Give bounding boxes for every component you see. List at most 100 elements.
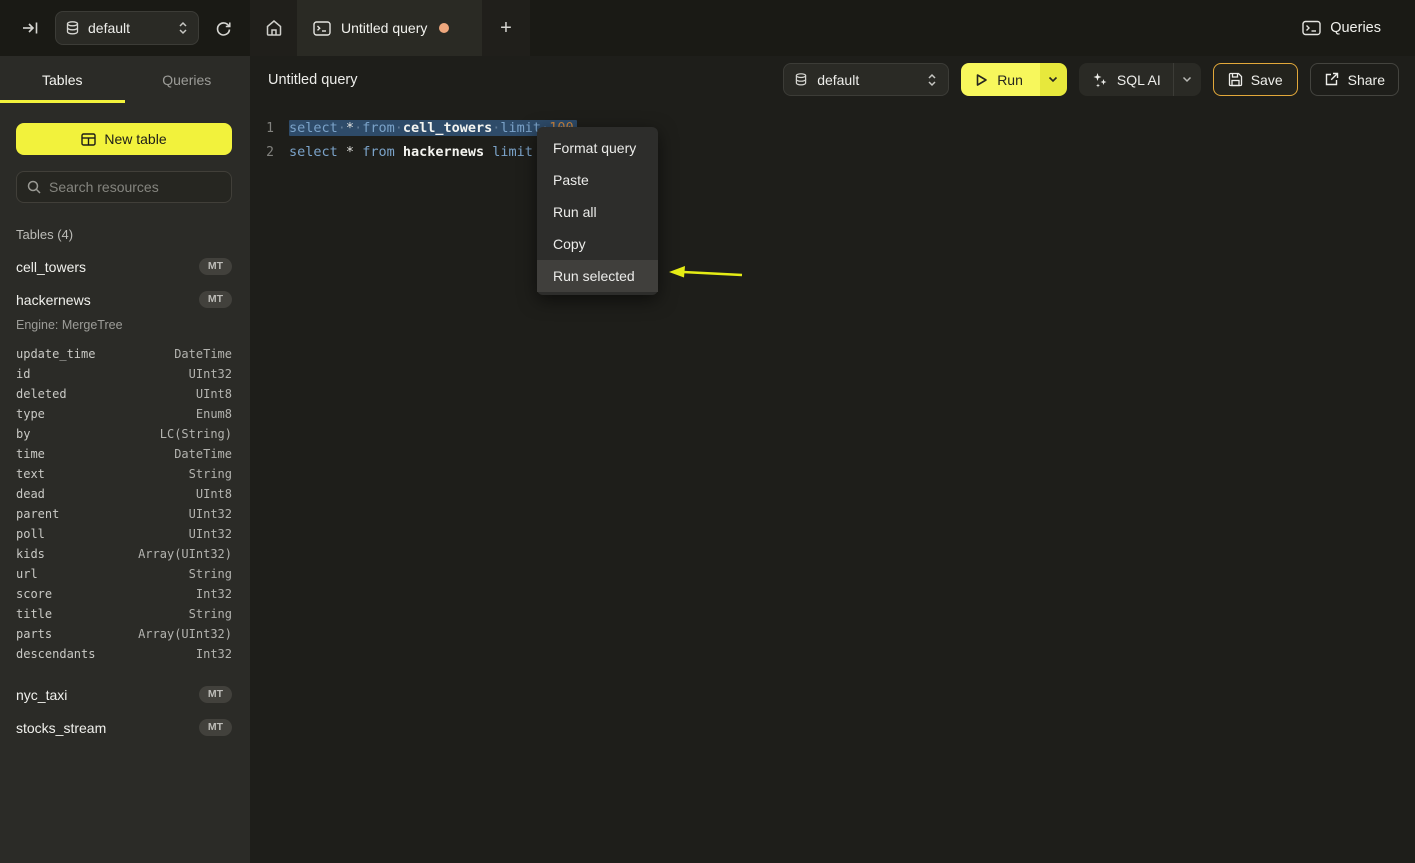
- sidebar-tab-queries[interactable]: Queries: [125, 56, 250, 103]
- column-row[interactable]: textString: [16, 464, 232, 484]
- column-type: Array(UInt32): [138, 627, 232, 641]
- queries-icon: [1302, 20, 1321, 36]
- table-grid-icon: [81, 133, 96, 146]
- table-row[interactable]: hackernewsMT: [16, 283, 232, 316]
- column-row[interactable]: deletedUInt8: [16, 384, 232, 404]
- query-editor-pane: Untitled query default: [250, 56, 1415, 863]
- whitespace-dot: ·: [354, 120, 362, 136]
- column-row[interactable]: parentUInt32: [16, 504, 232, 524]
- line-number: 2: [250, 145, 274, 160]
- editor-line[interactable]: 2 select * from hackernews limit: [250, 140, 1415, 164]
- column-name: dead: [16, 487, 45, 501]
- sql-token: *: [346, 120, 354, 136]
- column-type: UInt32: [189, 367, 232, 381]
- new-table-button[interactable]: New table: [16, 123, 232, 155]
- sql-ai-caret[interactable]: [1173, 63, 1201, 96]
- column-row[interactable]: byLC(String): [16, 424, 232, 444]
- run-button-group: Run: [961, 63, 1067, 96]
- sql-token: select: [289, 120, 338, 136]
- engine-badge: MT: [199, 258, 232, 275]
- column-name: text: [16, 467, 45, 481]
- run-options-caret[interactable]: [1040, 63, 1067, 96]
- column-type: String: [189, 607, 232, 621]
- top-bar: default: [0, 0, 1415, 56]
- chevron-updown-icon: [178, 21, 188, 35]
- column-row[interactable]: dead UInt8: [16, 484, 232, 504]
- database-selector-value: default: [88, 20, 169, 36]
- column-name: update_time: [16, 347, 95, 361]
- sql-token: select: [289, 144, 338, 160]
- column-type: UInt8: [196, 387, 232, 401]
- queries-button[interactable]: Queries: [1302, 0, 1381, 56]
- column-list: update_timeDateTimeidUInt32deletedUInt8t…: [16, 344, 232, 664]
- share-icon: [1324, 72, 1339, 87]
- play-icon: [975, 73, 988, 87]
- new-tab-button[interactable]: +: [482, 0, 530, 56]
- refresh-icon[interactable]: [211, 16, 236, 41]
- home-tab[interactable]: [250, 0, 297, 56]
- column-row[interactable]: pollUInt32: [16, 524, 232, 544]
- terminal-icon: [313, 21, 331, 36]
- whitespace-dot: ·: [338, 120, 346, 136]
- sidebar: Tables Queries New table Tables (4): [0, 56, 250, 863]
- editor-line[interactable]: 1select·*·from·cell_towers·limit·100: [250, 116, 1415, 140]
- sidebar-tabs: Tables Queries: [0, 56, 249, 103]
- query-title: Untitled query: [268, 72, 357, 88]
- column-row[interactable]: urlString: [16, 564, 232, 584]
- menu-item-format-query[interactable]: Format query: [537, 132, 658, 164]
- column-row[interactable]: kids Array(UInt32): [16, 544, 232, 564]
- column-row[interactable]: typeEnum8: [16, 404, 232, 424]
- column-type: UInt8: [196, 487, 232, 501]
- table-row[interactable]: stocks_streamMT: [16, 711, 232, 744]
- table-name: cell_towers: [16, 259, 86, 275]
- table-row[interactable]: nyc_taxiMT: [16, 678, 232, 711]
- column-type: Array(UInt32): [138, 547, 232, 561]
- sql-token: limit: [492, 144, 533, 160]
- menu-item-paste[interactable]: Paste: [537, 164, 658, 196]
- column-row[interactable]: parts Array(UInt32): [16, 624, 232, 644]
- column-name: kids: [16, 547, 45, 561]
- column-row[interactable]: update_timeDateTime: [16, 344, 232, 364]
- search-box: [16, 171, 232, 203]
- column-name: parts: [16, 627, 52, 641]
- database-selector[interactable]: default: [55, 11, 199, 45]
- sql-editor[interactable]: 1select·*·from·cell_towers·limit·1002sel…: [250, 103, 1415, 164]
- whitespace-dot: ·: [395, 120, 403, 136]
- menu-item-run-selected[interactable]: Run selected: [537, 260, 658, 292]
- column-type: LC(String): [160, 427, 232, 441]
- sidebar-tab-tables[interactable]: Tables: [0, 56, 125, 103]
- run-button[interactable]: Run: [961, 63, 1040, 96]
- topbar-left-controls: default: [0, 0, 250, 56]
- line-number: 1: [250, 121, 274, 136]
- code: select * from hackernews limit: [289, 144, 533, 160]
- column-name: score: [16, 587, 52, 601]
- menu-item-run-all[interactable]: Run all: [537, 196, 658, 228]
- menu-item-copy[interactable]: Copy: [537, 228, 658, 260]
- table-row[interactable]: cell_towers MT: [16, 250, 232, 283]
- column-row[interactable]: titleString: [16, 604, 232, 624]
- column-type: UInt32: [189, 507, 232, 521]
- column-row[interactable]: score Int32: [16, 584, 232, 604]
- column-type: Int32: [196, 587, 232, 601]
- column-row[interactable]: timeDateTime: [16, 444, 232, 464]
- query-database-selector[interactable]: default: [783, 63, 949, 96]
- chevron-updown-icon: [927, 73, 937, 87]
- database-icon: [795, 73, 807, 87]
- search-input[interactable]: [49, 179, 221, 195]
- column-row[interactable]: descendantsInt32: [16, 644, 232, 664]
- sql-token: cell_towers: [403, 120, 492, 136]
- table-list: cell_towersMThackernewsMTEngine: MergeTr…: [16, 250, 232, 744]
- engine-badge: MT: [199, 719, 232, 736]
- share-button[interactable]: Share: [1310, 63, 1399, 96]
- save-button[interactable]: Save: [1213, 63, 1298, 96]
- column-row[interactable]: idUInt32: [16, 364, 232, 384]
- database-icon: [66, 21, 79, 36]
- sql-ai-button[interactable]: SQL AI: [1079, 72, 1173, 88]
- column-type: String: [189, 567, 232, 581]
- tables-section-header: Tables (4): [16, 227, 232, 242]
- table-name: nyc_taxi: [16, 687, 67, 703]
- engine-badge: MT: [199, 291, 232, 308]
- search-icon: [27, 180, 41, 194]
- collapse-sidebar-icon[interactable]: [18, 17, 43, 39]
- tab-untitled-query[interactable]: Untitled query: [297, 0, 482, 56]
